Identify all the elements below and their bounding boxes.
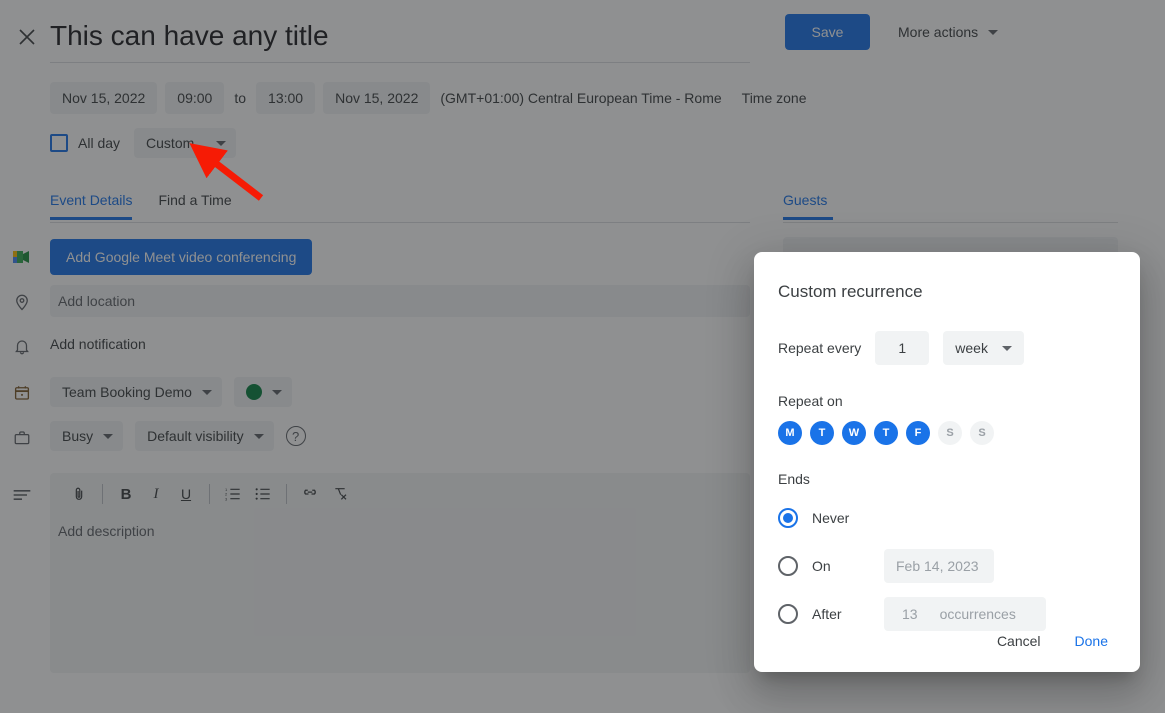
repeat-on-label: Repeat on: [778, 393, 1116, 409]
ends-never-label: Never: [812, 510, 884, 526]
ends-after-radio[interactable]: [778, 604, 798, 624]
repeat-every-row: Repeat every week: [778, 331, 1116, 365]
ends-on-radio[interactable]: [778, 556, 798, 576]
ends-on-row[interactable]: On Feb 14, 2023: [778, 549, 1116, 583]
repeat-every-label: Repeat every: [778, 340, 861, 356]
ends-after-unit-label: occurrences: [940, 606, 1016, 622]
weekday-toggle-2[interactable]: W: [842, 421, 866, 445]
ends-never-row[interactable]: Never: [778, 501, 1116, 535]
ends-on-date-input[interactable]: Feb 14, 2023: [884, 549, 994, 583]
weekday-toggle-4[interactable]: F: [906, 421, 930, 445]
weekday-toggles: MTWTFSS: [778, 421, 1116, 445]
repeat-unit-value: week: [955, 340, 988, 356]
weekday-toggle-5[interactable]: S: [938, 421, 962, 445]
weekday-toggle-1[interactable]: T: [810, 421, 834, 445]
repeat-interval-input[interactable]: [875, 331, 929, 365]
ends-after-count-value: 13: [902, 606, 918, 622]
ends-never-radio[interactable]: [778, 508, 798, 528]
cancel-button[interactable]: Cancel: [985, 624, 1053, 658]
weekday-toggle-0[interactable]: M: [778, 421, 802, 445]
ends-label: Ends: [778, 471, 1116, 487]
chevron-down-icon: [1002, 346, 1012, 351]
ends-after-label: After: [812, 606, 884, 622]
dialog-actions: Cancel Done: [985, 624, 1120, 658]
dialog-title: Custom recurrence: [778, 282, 1116, 302]
repeat-unit-select[interactable]: week: [943, 331, 1024, 365]
custom-recurrence-dialog: Custom recurrence Repeat every week Repe…: [754, 252, 1140, 672]
done-button[interactable]: Done: [1063, 624, 1120, 658]
ends-on-label: On: [812, 558, 884, 574]
weekday-toggle-3[interactable]: T: [874, 421, 898, 445]
weekday-toggle-6[interactable]: S: [970, 421, 994, 445]
